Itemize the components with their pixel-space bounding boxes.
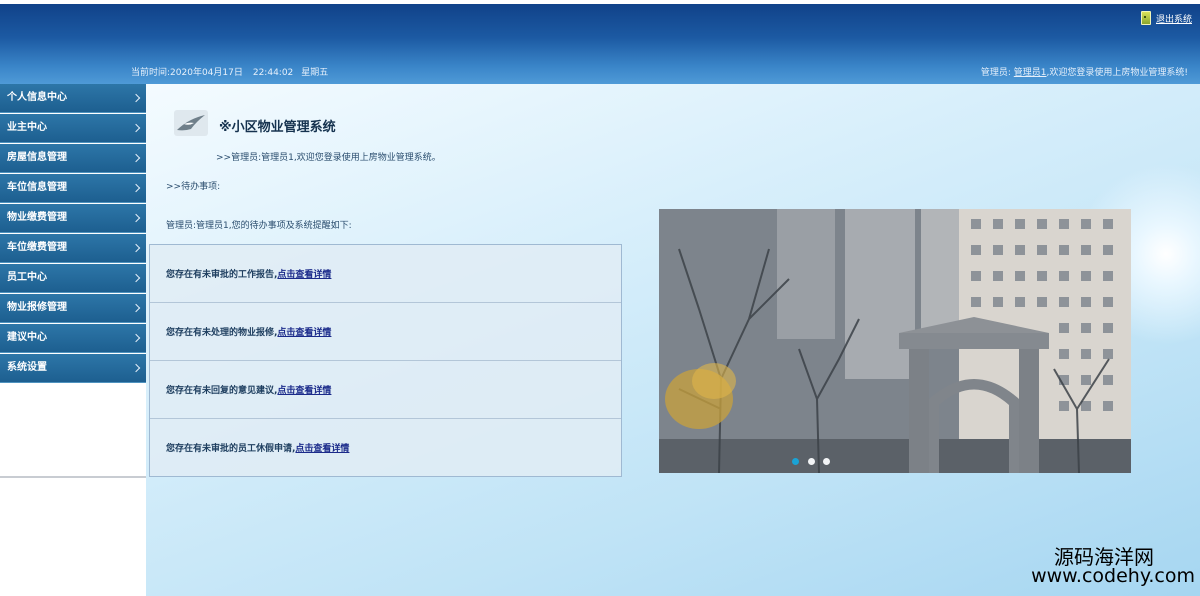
current-datetime: 当前时间:2020年04月17日 22:44:02 星期五	[131, 65, 328, 78]
current-weekday: 星期五	[301, 68, 329, 78]
chevron-right-icon	[131, 183, 141, 193]
welcome-role: 管理员:	[980, 68, 1011, 78]
sidebar-item-label: 个人信息中心	[7, 92, 67, 103]
top-header: 退出系统 当前时间:2020年04月17日 22:44:02 星期五 管理员: 管理…	[0, 0, 1200, 84]
carousel-dot-3[interactable]	[823, 458, 830, 465]
todo-item-work-report: 您存在有未审批的工作报告, 点击查看详情	[150, 245, 621, 303]
current-date: 2020年04月17日	[170, 68, 243, 78]
datetime-prefix: 当前时间:	[131, 68, 171, 78]
watermark-url: www.codehy.com	[1031, 565, 1195, 587]
welcome-message: 管理员: 管理员1,欢迎您登录使用上房物业管理系统!	[981, 65, 1188, 78]
todo-text: 您存在有未审批的员工休假申请,	[166, 444, 296, 454]
chevron-right-icon	[131, 273, 141, 283]
header-top-edge	[0, 0, 1200, 4]
sidebar-item-parking-info[interactable]: 车位信息管理	[0, 174, 146, 203]
todo-list: 您存在有未审批的工作报告, 点击查看详情 您存在有未处理的物业报修, 点击查看详情 …	[149, 244, 622, 477]
todo-text: 您存在有未处理的物业报修,	[166, 328, 278, 338]
welcome-suffix: ,欢迎您登录使用上房物业管理系统!	[1046, 68, 1188, 78]
todo-detail-link[interactable]: 点击查看详情	[295, 441, 349, 454]
chevron-right-icon	[131, 363, 141, 373]
community-gate-photo	[659, 209, 1131, 473]
sidebar-item-parking-fee[interactable]: 车位缴费管理	[0, 234, 146, 263]
sidebar-item-label: 车位信息管理	[7, 182, 67, 193]
chevron-right-icon	[131, 243, 141, 253]
carousel-dot-2[interactable]	[808, 458, 815, 465]
sidebar-item-owner-center[interactable]: 业主中心	[0, 114, 146, 143]
sidebar-item-house-info[interactable]: 房屋信息管理	[0, 144, 146, 173]
todo-item-suggestion: 您存在有未回复的意见建议, 点击查看详情	[150, 361, 621, 419]
bird-logo-icon	[174, 110, 208, 136]
sidebar-item-suggestion[interactable]: 建议中心	[0, 324, 146, 353]
sidebar-item-personal-info[interactable]: 个人信息中心	[0, 84, 146, 113]
current-time: 22:44:02	[252, 68, 294, 78]
todo-item-leave-request: 您存在有未审批的员工休假申请, 点击查看详情	[150, 419, 621, 476]
sidebar-menu: 个人信息中心 业主中心 房屋信息管理 车位信息管理 物业缴费管理 车位缴费管理 …	[0, 84, 146, 478]
chevron-right-icon	[131, 153, 141, 163]
sidebar-item-property-fee[interactable]: 物业缴费管理	[0, 204, 146, 233]
sidebar-item-label: 物业报修管理	[7, 302, 67, 313]
todo-item-repair: 您存在有未处理的物业报修, 点击查看详情	[150, 303, 621, 361]
page-title: ※小区物业管理系统	[219, 120, 336, 135]
todo-text: 您存在有未审批的工作报告,	[166, 270, 278, 280]
sidebar-item-label: 业主中心	[7, 122, 47, 133]
door-exit-icon	[1140, 11, 1151, 25]
todo-intro: 管理员:管理员1,您的待办事项及系统提醒如下:	[166, 221, 352, 231]
chevron-right-icon	[131, 93, 141, 103]
sidebar-item-label: 物业缴费管理	[7, 212, 67, 223]
todo-text: 您存在有未回复的意见建议,	[166, 386, 278, 396]
todo-detail-link[interactable]: 点击查看详情	[277, 267, 331, 280]
chevron-right-icon	[131, 303, 141, 313]
chevron-right-icon	[131, 333, 141, 343]
sidebar-item-label: 系统设置	[7, 362, 47, 373]
greeting-text: >>管理员:管理员1,欢迎您登录使用上房物业管理系统。	[216, 153, 441, 163]
logout-label: 退出系统	[1155, 14, 1192, 25]
main-content: ※小区物业管理系统 >>管理员:管理员1,欢迎您登录使用上房物业管理系统。 >>…	[146, 84, 1200, 596]
sidebar-item-label: 车位缴费管理	[7, 242, 67, 253]
sidebar-item-label: 员工中心	[7, 272, 47, 283]
sidebar-item-settings[interactable]: 系统设置	[0, 354, 146, 383]
todo-detail-link[interactable]: 点击查看详情	[277, 325, 331, 338]
sidebar-item-label: 建议中心	[7, 332, 47, 343]
image-carousel[interactable]	[659, 209, 1131, 473]
carousel-dot-1[interactable]	[792, 458, 799, 465]
sidebar-item-label: 房屋信息管理	[7, 152, 67, 163]
todo-label: >>待办事项:	[166, 182, 221, 192]
admin-user-link[interactable]: 管理员1	[1014, 68, 1047, 78]
sidebar-item-staff-center[interactable]: 员工中心	[0, 264, 146, 293]
logout-button[interactable]: 退出系统	[1140, 11, 1192, 25]
chevron-right-icon	[131, 123, 141, 133]
sidebar-item-repair[interactable]: 物业报修管理	[0, 294, 146, 323]
chevron-right-icon	[131, 213, 141, 223]
todo-detail-link[interactable]: 点击查看详情	[277, 383, 331, 396]
